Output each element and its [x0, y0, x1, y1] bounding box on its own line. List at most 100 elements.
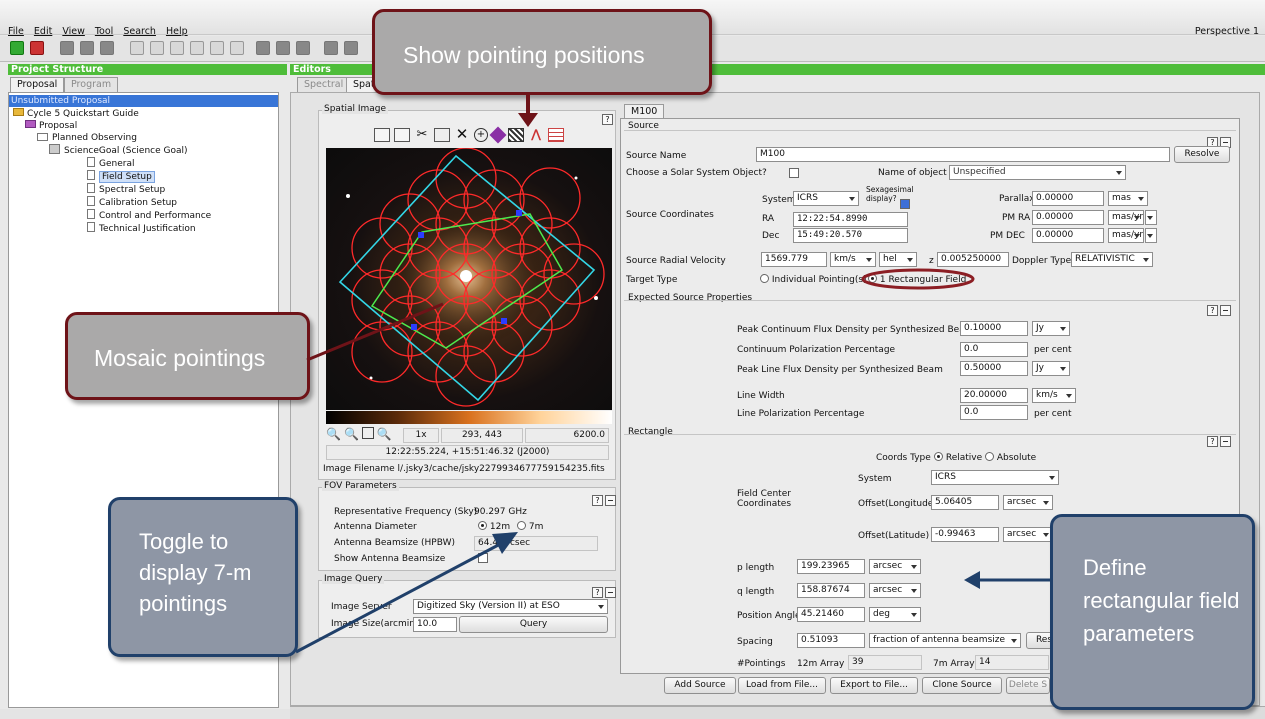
open-icon[interactable] [60, 41, 74, 55]
object-name-select[interactable]: Unspecified [949, 165, 1126, 180]
settings-icon[interactable] [296, 41, 310, 55]
pmdec-input[interactable]: 0.00000 [1032, 228, 1104, 243]
line-width-input[interactable]: 20.00000 [960, 388, 1028, 403]
absolute-option[interactable]: Absolute [985, 452, 1036, 463]
zoom-reset-icon[interactable]: 🔍 [377, 427, 392, 441]
offset-lon-input[interactable]: 5.06405 [931, 495, 999, 510]
tree-item-spectral-setup[interactable]: Spectral Setup [87, 183, 165, 195]
check-icon[interactable] [324, 41, 338, 55]
tab-spectral[interactable]: Spectral [297, 77, 351, 92]
help-icon[interactable]: ? [1207, 305, 1218, 316]
pmdec-unit[interactable]: mas/yr [1108, 228, 1144, 243]
add-pointing-icon[interactable]: + [474, 128, 488, 142]
save-image-icon[interactable] [394, 128, 410, 142]
tree-item-calibration-setup[interactable]: Calibration Setup [87, 196, 177, 208]
tree-item-general[interactable]: General [87, 157, 134, 169]
rect-system-select[interactable]: ICRS [931, 470, 1059, 485]
cut-icon[interactable] [130, 41, 144, 55]
contour-icon[interactable]: ⋀ [528, 128, 544, 142]
load-from-file-button[interactable]: Load from File... [738, 677, 826, 694]
q-length-unit[interactable]: arcsec [869, 583, 921, 598]
zoom-out-icon[interactable]: 🔍 [344, 427, 359, 441]
tab-program[interactable]: Program [64, 77, 119, 92]
redo-icon[interactable] [210, 41, 224, 55]
copy-icon[interactable] [150, 41, 164, 55]
delete-icon[interactable] [230, 41, 244, 55]
ra-input[interactable]: 12:22:54.8990 [793, 212, 908, 227]
new-proposal-icon[interactable] [10, 41, 24, 55]
tree-item-control-performance[interactable]: Control and Performance [87, 209, 211, 221]
q-length-input[interactable]: 158.87674 [797, 583, 865, 598]
calc-icon[interactable] [276, 41, 290, 55]
pmra-unit-dropdown[interactable] [1145, 210, 1157, 225]
parallax-unit-select[interactable]: mas [1108, 191, 1148, 206]
show-pointings-icon[interactable] [508, 128, 524, 142]
velocity-unit-select[interactable]: km/s [830, 252, 876, 267]
tree-planned-observing[interactable]: Planned Observing [37, 132, 137, 144]
position-angle-input[interactable]: 45.21460 [797, 607, 865, 622]
collapse-icon[interactable] [605, 587, 616, 598]
close-icon[interactable]: ✕ [454, 127, 470, 142]
tree-item-technical-justification[interactable]: Technical Justification [87, 222, 196, 234]
collapse-icon[interactable] [605, 495, 616, 506]
sexagesimal-checkbox[interactable] [900, 199, 910, 209]
collapse-icon[interactable] [1220, 305, 1231, 316]
help-icon[interactable]: ? [1207, 436, 1218, 447]
print-icon[interactable] [374, 128, 390, 142]
peak-continuum-unit[interactable]: Jy [1032, 321, 1070, 336]
spacing-input[interactable]: 0.51093 [797, 633, 865, 648]
grid-icon[interactable] [548, 128, 564, 142]
spacing-unit[interactable]: fraction of antenna beamsize [869, 633, 1021, 648]
peak-continuum-input[interactable]: 0.10000 [960, 321, 1028, 336]
target-individual-option[interactable]: Individual Pointing(s) [760, 274, 867, 285]
p-length-unit[interactable]: arcsec [869, 559, 921, 574]
continuum-pol-input[interactable]: 0.0 [960, 342, 1028, 357]
add-source-button[interactable]: Add Source [664, 677, 736, 694]
peak-line-unit[interactable]: Jy [1032, 361, 1070, 376]
pmra-input[interactable]: 0.00000 [1032, 210, 1104, 225]
doppler-select[interactable]: RELATIVISTIC [1071, 252, 1153, 267]
tree-item-field-setup[interactable]: Field Setup [87, 170, 155, 183]
solar-system-checkbox[interactable] [789, 168, 799, 178]
peak-line-input[interactable]: 0.50000 [960, 361, 1028, 376]
validate-icon[interactable] [256, 41, 270, 55]
help-icon[interactable]: ? [602, 114, 613, 125]
help-icon[interactable]: ? [592, 495, 603, 506]
relative-option[interactable]: Relative [934, 452, 982, 463]
line-width-unit[interactable]: km/s [1032, 388, 1076, 403]
position-angle-unit[interactable]: deg [869, 607, 921, 622]
tree-root[interactable]: Unsubmitted Proposal [9, 95, 278, 107]
p-length-input[interactable]: 199.23965 [797, 559, 865, 574]
collapse-icon[interactable] [1220, 436, 1231, 447]
zoom-fit-icon[interactable] [361, 427, 374, 439]
tab-proposal[interactable]: Proposal [10, 77, 65, 92]
pmdec-unit-dropdown[interactable] [1145, 228, 1157, 243]
cut-icon[interactable]: ✂ [414, 128, 430, 142]
tree-science-goal[interactable]: ScienceGoal (Science Goal) [49, 144, 188, 156]
pdf-icon[interactable] [30, 41, 44, 55]
tab-m100[interactable]: M100 [624, 104, 665, 119]
resolve-button[interactable]: Resolve [1174, 146, 1230, 163]
colorbar[interactable] [326, 411, 612, 424]
tree-proposal[interactable]: Proposal [25, 120, 77, 132]
help-icon[interactable]: ? [592, 587, 603, 598]
clone-source-button[interactable]: Clone Source [922, 677, 1002, 694]
line-pol-input[interactable]: 0.0 [960, 405, 1028, 420]
save-as-icon[interactable] [100, 41, 114, 55]
offset-lat-unit[interactable]: arcsec [1003, 527, 1053, 542]
velocity-frame-select[interactable]: hel [879, 252, 917, 267]
eraser-icon[interactable] [489, 126, 507, 144]
redshift-input[interactable]: 0.005250000 [937, 252, 1009, 267]
source-name-input[interactable]: M100 [756, 147, 1170, 162]
tree-guide[interactable]: Cycle 5 Quickstart Guide [13, 108, 139, 120]
dec-input[interactable]: 15:49:20.570 [793, 228, 908, 243]
delete-source-button[interactable]: Delete S [1006, 677, 1050, 694]
parallax-input[interactable]: 0.00000 [1032, 191, 1104, 206]
select-rect-icon[interactable] [434, 128, 450, 142]
export-to-file-button[interactable]: Export to File... [830, 677, 918, 694]
radial-velocity-input[interactable]: 1569.779 [761, 252, 827, 267]
pmra-unit[interactable]: mas/yr [1108, 210, 1144, 225]
submit-icon[interactable] [344, 41, 358, 55]
offset-lon-unit[interactable]: arcsec [1003, 495, 1053, 510]
paste-icon[interactable] [170, 41, 184, 55]
